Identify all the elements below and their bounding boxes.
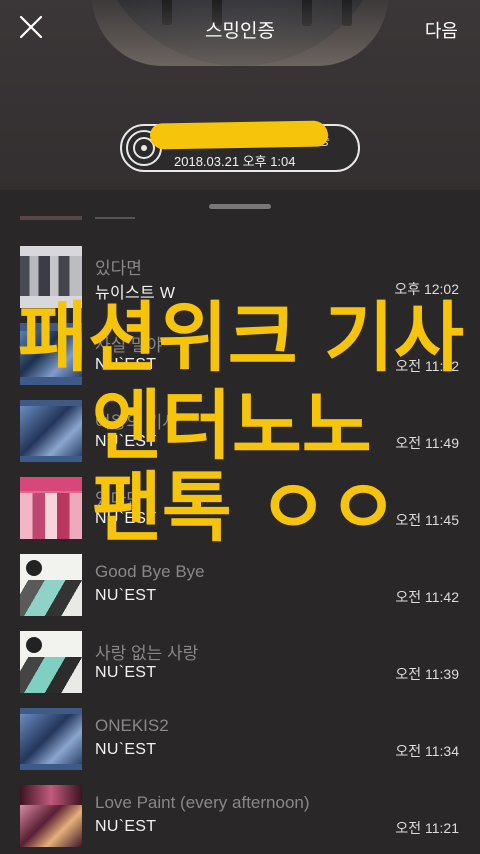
list-item[interactable]: ONEKIS2 NU`EST 오전 11:34 xyxy=(0,708,480,785)
play-time: 오전 11:21 xyxy=(395,820,459,836)
streaming-proof-badge: 증 2018.03.21 오후 1:04 xyxy=(120,120,360,172)
list-item[interactable]: 있다면 NU`EST 오전 11:45 xyxy=(0,477,480,554)
play-time: 오전 11:42 xyxy=(395,589,459,605)
artist-name: NU`EST xyxy=(95,741,157,758)
song-title: ONEKIS2 xyxy=(95,716,169,735)
list-item[interactable]: 있다면 뉴이스트 W 오후 12:02 xyxy=(0,246,480,323)
page-title: 스밍인증 xyxy=(205,21,275,42)
song-title: 사랑 없는 사랑 xyxy=(95,644,199,663)
play-time: 오전 11:39 xyxy=(395,666,459,682)
album-thumbnail xyxy=(20,631,82,693)
song-title: 여왕의 기사 xyxy=(95,413,178,432)
album-thumbnail xyxy=(20,400,82,462)
album-thumbnail xyxy=(20,477,82,539)
redaction-mark xyxy=(149,120,329,150)
next-button[interactable]: 다음 xyxy=(425,17,458,43)
album-thumbnail xyxy=(20,246,82,308)
proof-datetime: 2018.03.21 오후 1:04 xyxy=(174,154,296,169)
artist-name: NU`EST xyxy=(95,664,157,681)
list-item[interactable]: Love Paint (every afternoon) NU`EST 오전 1… xyxy=(0,785,480,854)
artist-name: NU`EST xyxy=(95,510,157,527)
history-sheet: 있다면 뉴이스트 W 오후 12:02 사실 말야 NU`EST 오전 11:5… xyxy=(0,190,480,854)
artist-name: 뉴이스트 W xyxy=(95,285,176,302)
list-item[interactable]: 사실 말야 NU`EST 오전 11:52 xyxy=(0,323,480,400)
song-title: 사실 말야 xyxy=(95,336,163,355)
artist-name: NU`EST xyxy=(95,818,157,835)
song-title: Love Paint (every afternoon) xyxy=(95,793,310,812)
play-time: 오전 11:52 xyxy=(395,358,459,374)
drag-handle[interactable] xyxy=(209,204,271,209)
play-time: 오전 11:34 xyxy=(395,743,459,759)
album-header: 스밍인증 다음 증 2018.03.21 오후 1:04 xyxy=(0,0,480,190)
album-thumbnail xyxy=(20,708,82,770)
play-time: 오전 11:49 xyxy=(395,435,459,451)
song-title: 있다면 xyxy=(95,259,142,278)
play-time: 오후 12:02 xyxy=(394,281,459,297)
list-item[interactable]: Good Bye Bye NU`EST 오전 11:42 xyxy=(0,554,480,631)
song-title: 있다면 xyxy=(95,490,142,509)
artist-name: NU`EST xyxy=(95,356,157,373)
artist-name: NU`EST xyxy=(95,433,157,450)
album-thumbnail xyxy=(20,323,82,385)
album-thumbnail xyxy=(20,785,82,847)
play-time: 오전 11:45 xyxy=(395,512,459,528)
artist-name: NU`EST xyxy=(95,587,157,604)
album-thumbnail xyxy=(20,554,82,616)
list-item[interactable]: 여왕의 기사 NU`EST 오전 11:49 xyxy=(0,400,480,477)
partial-row xyxy=(20,216,460,220)
list-item[interactable]: 사랑 없는 사랑 NU`EST 오전 11:39 xyxy=(0,631,480,708)
song-title: Good Bye Bye xyxy=(95,562,205,581)
